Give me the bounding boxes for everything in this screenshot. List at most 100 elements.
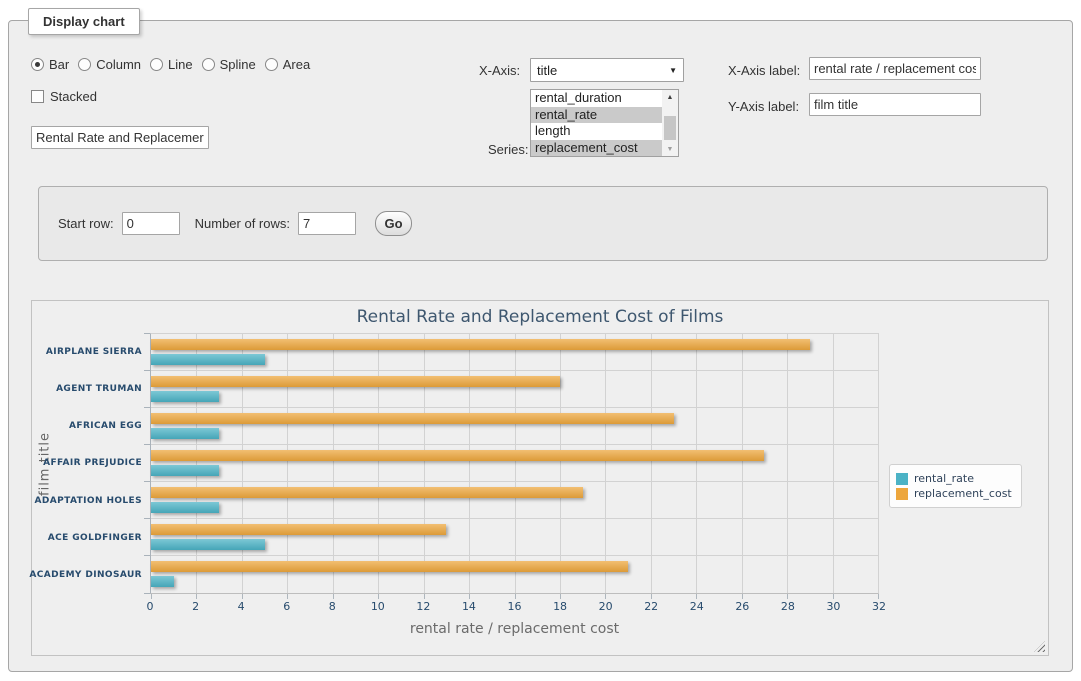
radio-icon[interactable] bbox=[31, 58, 44, 71]
legend-item-rental_rate[interactable]: rental_rate bbox=[896, 472, 1012, 485]
chart-type-options: Bar Column Line Spline Area bbox=[31, 57, 310, 72]
x-tick-label: 18 bbox=[553, 600, 567, 613]
series-option-replacement_cost[interactable]: replacement_cost bbox=[531, 140, 662, 157]
bar-rental_rate[interactable] bbox=[151, 502, 219, 513]
radio-label: Line bbox=[168, 57, 193, 72]
x-axis-tickmark bbox=[696, 594, 697, 599]
scrollbar-thumb[interactable] bbox=[664, 116, 676, 140]
x-axis-tickmark bbox=[878, 594, 879, 599]
bar-replacement_cost[interactable] bbox=[151, 487, 583, 498]
bar-rental_rate[interactable] bbox=[151, 354, 265, 365]
resize-handle-icon[interactable] bbox=[1034, 641, 1045, 652]
x-axis-tickmark bbox=[651, 594, 652, 599]
chart-container: Rental Rate and Replacement Cost of Film… bbox=[31, 300, 1049, 656]
series-option-rental_rate[interactable]: rental_rate bbox=[531, 107, 662, 124]
x-axis-tickmark bbox=[515, 594, 516, 599]
chevron-down-icon: ▼ bbox=[669, 66, 677, 75]
category-label: ADAPTATION HOLES bbox=[32, 482, 142, 519]
stacked-option[interactable]: Stacked bbox=[31, 89, 97, 104]
x-tick-label: 16 bbox=[508, 600, 522, 613]
chart-title-input[interactable] bbox=[31, 126, 209, 149]
chart-type-spline[interactable]: Spline bbox=[202, 57, 256, 72]
category-label: ACE GOLDFINGER bbox=[32, 519, 142, 556]
series-listbox[interactable]: rental_durationrental_ratelengthreplacem… bbox=[530, 89, 679, 157]
x-axis-tickmark bbox=[242, 594, 243, 599]
stacked-label: Stacked bbox=[50, 89, 97, 104]
x-tick-label: 20 bbox=[599, 600, 613, 613]
x-tick-label: 24 bbox=[690, 600, 704, 613]
radio-icon[interactable] bbox=[202, 58, 215, 71]
series-listbox-options: rental_durationrental_ratelengthreplacem… bbox=[531, 90, 662, 156]
chart-type-area[interactable]: Area bbox=[265, 57, 310, 72]
y-axis-label-label: Y-Axis label: bbox=[728, 99, 799, 114]
bar-rental_rate[interactable] bbox=[151, 576, 174, 587]
start-row-label: Start row: bbox=[58, 216, 114, 231]
series-option-rental_duration[interactable]: rental_duration bbox=[531, 90, 662, 107]
x-axis-tickmark bbox=[469, 594, 470, 599]
x-axis-tickmark bbox=[605, 594, 606, 599]
series-option-length[interactable]: length bbox=[531, 123, 662, 140]
bar-replacement_cost[interactable] bbox=[151, 413, 674, 424]
category-label: AIRPLANE SIERRA bbox=[32, 333, 142, 370]
category-band bbox=[151, 482, 878, 519]
legend-item-replacement_cost[interactable]: replacement_cost bbox=[896, 487, 1012, 500]
x-axis-tickmark bbox=[560, 594, 561, 599]
radio-label: Spline bbox=[220, 57, 256, 72]
x-tick-label: 12 bbox=[416, 600, 430, 613]
x-axis-tickmark bbox=[196, 594, 197, 599]
go-button[interactable]: Go bbox=[375, 211, 412, 236]
x-tick-label: 14 bbox=[462, 600, 476, 613]
stacked-checkbox[interactable] bbox=[31, 90, 44, 103]
legend-swatch-icon bbox=[896, 488, 908, 500]
chart-type-line[interactable]: Line bbox=[150, 57, 193, 72]
category-band bbox=[151, 556, 878, 593]
x-tick-label: 26 bbox=[735, 600, 749, 613]
category-labels: AIRPLANE SIERRAAGENT TRUMANAFRICAN EGGAF… bbox=[32, 333, 142, 594]
legend-swatch-icon bbox=[896, 473, 908, 485]
scroll-up-icon[interactable]: ▲ bbox=[662, 90, 678, 104]
category-band bbox=[151, 334, 878, 371]
x-axis-label-label: X-Axis label: bbox=[728, 63, 800, 78]
x-tick-label: 8 bbox=[329, 600, 336, 613]
bar-replacement_cost[interactable] bbox=[151, 524, 446, 535]
bar-replacement_cost[interactable] bbox=[151, 450, 764, 461]
row-controls-panel: Start row: Number of rows: Go bbox=[38, 186, 1048, 261]
x-axis-tick-labels: 02468101214161820222426283032 bbox=[150, 600, 879, 614]
bar-replacement_cost[interactable] bbox=[151, 339, 810, 350]
scroll-down-icon[interactable]: ▼ bbox=[662, 142, 678, 156]
x-axis-select[interactable]: title ▼ bbox=[530, 58, 684, 82]
category-band bbox=[151, 408, 878, 445]
category-label: AFFAIR PREJUDICE bbox=[32, 445, 142, 482]
category-band bbox=[151, 371, 878, 408]
x-axis-tickmark bbox=[151, 594, 152, 599]
bar-rental_rate[interactable] bbox=[151, 539, 265, 550]
x-axis-selected-value: title bbox=[537, 63, 557, 78]
num-rows-input[interactable] bbox=[298, 212, 356, 235]
category-label: AFRICAN EGG bbox=[32, 408, 142, 445]
bar-rental_rate[interactable] bbox=[151, 465, 219, 476]
bar-rental_rate[interactable] bbox=[151, 391, 219, 402]
bar-replacement_cost[interactable] bbox=[151, 376, 560, 387]
y-axis-label-input[interactable] bbox=[809, 93, 981, 116]
radio-icon[interactable] bbox=[265, 58, 278, 71]
chart-type-column[interactable]: Column bbox=[78, 57, 141, 72]
x-tick-label: 4 bbox=[238, 600, 245, 613]
x-tick-label: 30 bbox=[826, 600, 840, 613]
series-listbox-scrollbar[interactable]: ▲ ▼ bbox=[662, 90, 678, 156]
x-axis-tickmark bbox=[378, 594, 379, 599]
start-row-input[interactable] bbox=[122, 212, 180, 235]
bar-replacement_cost[interactable] bbox=[151, 561, 628, 572]
x-axis-select-label: X-Axis: bbox=[479, 63, 520, 78]
radio-icon[interactable] bbox=[78, 58, 91, 71]
category-label: AGENT TRUMAN bbox=[32, 370, 142, 407]
x-axis-label-input[interactable] bbox=[809, 57, 981, 80]
num-rows-label: Number of rows: bbox=[195, 216, 290, 231]
x-axis-tickmark bbox=[742, 594, 743, 599]
radio-label: Column bbox=[96, 57, 141, 72]
chart-title: Rental Rate and Replacement Cost of Film… bbox=[32, 307, 1048, 327]
bar-rental_rate[interactable] bbox=[151, 428, 219, 439]
category-label: ACADEMY DINOSAUR bbox=[32, 557, 142, 594]
chart-type-bar[interactable]: Bar bbox=[31, 57, 69, 72]
radio-icon[interactable] bbox=[150, 58, 163, 71]
x-tick-label: 10 bbox=[371, 600, 385, 613]
